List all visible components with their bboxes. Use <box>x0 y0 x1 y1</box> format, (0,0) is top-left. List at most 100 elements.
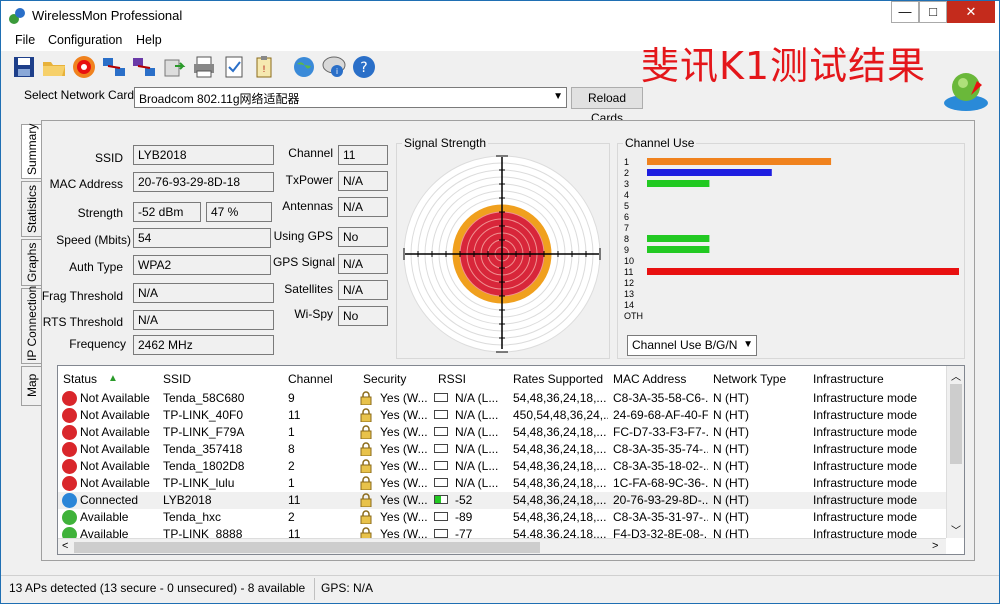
network-icon[interactable] <box>101 54 127 80</box>
signal-meter-icon <box>434 444 448 453</box>
column-header-channel[interactable]: Channel <box>288 372 333 386</box>
column-header-rates[interactable]: Rates Supported <box>513 372 603 386</box>
scroll-left-icon[interactable]: < <box>62 540 68 552</box>
table-row[interactable]: Not Available Tenda_1802D8 2 Yes (W... N/A (… <box>58 458 946 475</box>
horizontal-scroll-thumb[interactable] <box>74 542 540 553</box>
table-row[interactable]: Connected LYB2018 11 Yes (W... -52 54,48,36,2… <box>58 492 946 509</box>
print-icon[interactable] <box>191 54 217 80</box>
menu-file[interactable]: File <box>15 33 35 47</box>
table-row[interactable]: Not Available TP-LINK_F79A 1 Yes (W... N/A (… <box>58 424 946 441</box>
table-row[interactable]: Not Available TP-LINK_lulu 1 Yes (W... N/A (… <box>58 475 946 492</box>
channel-use-chart: 1234567891011121314OTH <box>624 157 959 321</box>
lock-icon <box>360 493 372 507</box>
tab-map[interactable]: Map <box>21 366 41 406</box>
signal-meter-fill <box>435 496 441 503</box>
status-dot-icon <box>62 459 77 474</box>
column-header-status[interactable]: Status <box>63 372 97 386</box>
column-header-rssi[interactable]: RSSI <box>438 372 466 386</box>
table-row[interactable]: Not Available TP-LINK_40F0 11 Yes (W... N/A … <box>58 407 946 424</box>
column-header-security[interactable]: Security <box>363 372 406 386</box>
minimize-button[interactable]: — <box>891 1 919 23</box>
cell-status: Available <box>80 510 129 524</box>
status-dot-icon <box>62 493 77 508</box>
tab-statistics[interactable]: Statistics <box>21 181 41 237</box>
export-icon[interactable] <box>161 54 187 80</box>
cell-type: N (HT) <box>713 408 749 422</box>
table-row[interactable]: Not Available Tenda_357418 8 Yes (W... N/A (… <box>58 441 946 458</box>
tab-ip-connection[interactable]: IP Connection <box>21 286 41 364</box>
channel-label-1: 1 <box>624 157 629 167</box>
chevron-down-icon: ▼ <box>743 339 753 350</box>
table-row[interactable]: Available Tenda_hxc 2 Yes (W... -89 54,48,36,… <box>58 509 946 526</box>
tab-graphs[interactable]: Graphs <box>21 239 41 286</box>
menu-configuration[interactable]: Configuration <box>48 33 122 47</box>
app-window: WirelessMon Professional — □ ✕ File Conf… <box>0 0 1000 604</box>
lock-icon <box>360 510 372 524</box>
column-header-infrastructure[interactable]: Infrastructure <box>813 372 884 386</box>
globe-icon[interactable] <box>291 54 317 80</box>
table-row[interactable]: Not Available Tenda_58C680 9 Yes (W... N/A (… <box>58 390 946 407</box>
column-header-ssid[interactable]: SSID <box>163 372 191 386</box>
horizontal-scrollbar[interactable]: < > <box>58 538 946 554</box>
cell-rates: 54,48,36,24,18,... <box>513 510 607 524</box>
cell-type: N (HT) <box>713 442 749 456</box>
access-point-list[interactable]: Status ▲ SSID Channel Security RSSI Rate… <box>57 365 965 555</box>
help-icon[interactable]: ? <box>351 54 377 80</box>
column-header-mac[interactable]: MAC Address <box>613 372 686 386</box>
target-icon[interactable] <box>71 54 97 80</box>
app-icon <box>9 8 25 24</box>
cell-type: N (HT) <box>713 493 749 507</box>
cell-channel: 2 <box>288 510 295 524</box>
cell-security: Yes (W... <box>380 493 428 507</box>
cell-rssi: -89 <box>455 510 473 524</box>
cell-rssi: -52 <box>455 493 473 507</box>
network-card-select[interactable]: Broadcom 802.11g网络适配器 ▼ <box>134 87 567 108</box>
tab-summary[interactable]: Summary <box>21 124 41 179</box>
save-icon[interactable] <box>11 54 37 80</box>
cell-security: Yes (W... <box>380 408 428 422</box>
menu-help[interactable]: Help <box>136 33 162 47</box>
info-bubble-icon[interactable]: i <box>321 54 347 80</box>
scroll-down-icon[interactable]: ﹀ <box>951 522 961 537</box>
cell-infra: Infrastructure mode <box>813 391 918 405</box>
speed-label: Speed (Mbits) <box>56 233 131 247</box>
close-button[interactable]: ✕ <box>947 1 995 23</box>
sort-ascending-icon[interactable]: ▲ <box>108 373 118 384</box>
vertical-scrollbar[interactable]: ︿ ﹀ <box>946 366 964 538</box>
status-dot-icon <box>62 391 77 406</box>
cell-mac: 1C-FA-68-9C-36-... <box>613 476 708 490</box>
overlay-caption: 斐讯K1测试结果 <box>641 44 927 88</box>
cell-mac: C8-3A-35-18-02-... <box>613 459 708 473</box>
satellites-field: N/A <box>338 280 388 300</box>
cell-channel: 1 <box>288 425 295 439</box>
vertical-scroll-thumb[interactable] <box>950 384 962 464</box>
channel-label-4: 4 <box>624 190 629 200</box>
cell-mac: 24-69-68-AF-40-F0 <box>613 408 708 422</box>
mac-field: 20-76-93-29-8D-18 <box>133 172 274 192</box>
cell-infra: Infrastructure mode <box>813 408 918 422</box>
open-folder-icon[interactable] <box>41 54 67 80</box>
cell-security: Yes (W... <box>380 391 428 405</box>
network-connect-icon[interactable] <box>131 54 157 80</box>
channel-use-select[interactable]: Channel Use B/G/N ▼ <box>627 335 757 356</box>
cell-rates: 54,48,36,24,18,... <box>513 493 607 507</box>
cell-type: N (HT) <box>713 391 749 405</box>
cell-infra: Infrastructure mode <box>813 425 918 439</box>
cell-ssid: LYB2018 <box>163 493 212 507</box>
status-divider <box>314 578 315 600</box>
scroll-right-icon[interactable]: > <box>932 540 938 552</box>
reload-cards-button[interactable]: Reload Cards <box>571 87 643 125</box>
cell-infra: Infrastructure mode <box>813 442 918 456</box>
signal-meter-icon <box>434 512 448 521</box>
status-bar: 13 APs detected (13 secure - 0 unsecured… <box>1 575 999 603</box>
log-icon[interactable] <box>221 54 247 80</box>
clipboard-icon[interactable]: ! <box>251 54 277 80</box>
scroll-up-icon[interactable]: ︿ <box>951 368 961 383</box>
maximize-button[interactable]: □ <box>919 1 947 23</box>
gps-status: GPS: N/A <box>321 581 374 595</box>
cell-status: Not Available <box>80 425 150 439</box>
channel-bar-2 <box>647 169 772 176</box>
column-header-network-type[interactable]: Network Type <box>713 372 786 386</box>
window-title: WirelessMon Professional <box>32 8 183 23</box>
status-dot-icon <box>62 425 77 440</box>
